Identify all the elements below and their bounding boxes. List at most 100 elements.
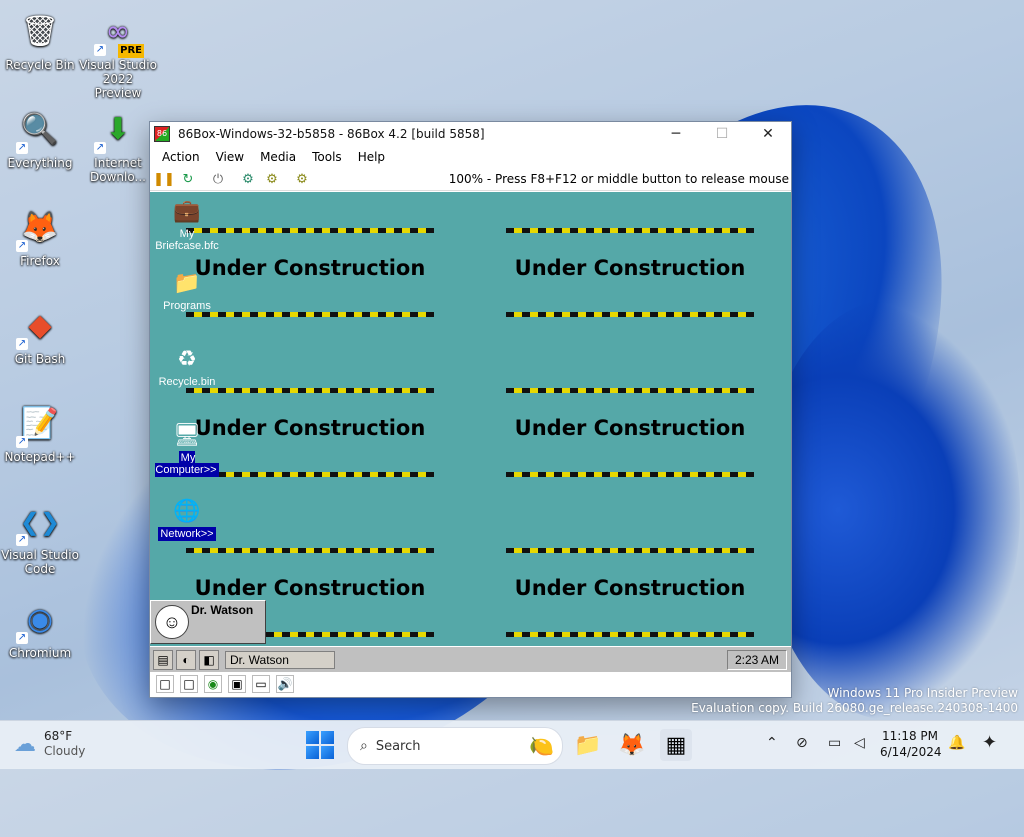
visual-studio-icon: ∞ ↗ PRE [94, 14, 144, 58]
86box-taskbar-icon[interactable]: ▦ [660, 729, 692, 761]
search-box[interactable]: ⌕ Search 🍋 [347, 727, 563, 765]
reset-icon[interactable]: ↻ [178, 170, 198, 188]
recycle-bin-icon: 🗑 [20, 14, 60, 49]
guest-icon-recycle-bin[interactable]: ♻ Recycle.bin [155, 344, 219, 389]
desktop-icon-everything[interactable]: 🔍 ↗ Everything [0, 106, 80, 171]
chevron-up-icon[interactable]: ⌃ [766, 735, 778, 751]
cloud-icon: ☁ [14, 731, 36, 757]
under-construction-tile: Under Construction [186, 388, 434, 484]
dr-watson-face-icon: ☺ [155, 605, 189, 639]
display-icon[interactable]: ▭ [828, 735, 841, 751]
desktop-icon-chromium[interactable]: ◉ ↗ Chromium [0, 596, 80, 661]
menu-action[interactable]: Action [154, 150, 208, 164]
desktop-icon-label: Visual Studio 2022 Preview [79, 58, 157, 100]
pause-icon[interactable]: ❚❚ [153, 170, 175, 188]
network-status-icon[interactable]: ▭ [252, 675, 270, 693]
ctrl-alt-esc-icon[interactable]: ⚙ [262, 170, 282, 188]
wallpaper-bloom [760, 300, 1020, 720]
quicklaunch-icon[interactable]: ◧ [199, 650, 219, 670]
title-bar[interactable]: 86 86Box-Windows-32-b5858 - 86Box 4.2 [b… [150, 122, 791, 146]
sound-status-icon[interactable]: 🔊 [276, 675, 294, 693]
desktop-icon-label: Internet Downlo... [90, 156, 146, 184]
under-construction-tile: Under Construction [506, 228, 754, 324]
guest-icon-label: My Briefcase.bfc [155, 228, 219, 252]
everything-icon: 🔍 ↗ [16, 112, 59, 154]
desktop-icon-notepad-plus-plus[interactable]: 📝 ↗ Notepad++ [0, 400, 80, 465]
file-explorer-icon[interactable]: 📁 [572, 729, 604, 761]
globe-icon: 🌐 [173, 498, 201, 523]
menu-media[interactable]: Media [252, 150, 304, 164]
menu-view[interactable]: View [208, 150, 252, 164]
floppy-status-icon[interactable]: □ [156, 675, 174, 693]
taskbar: ☁ 68°F Cloudy ⌕ Search 🍋 📁 🦊 ▦ ⌃ ⊘ ▭ ◁ 1… [0, 720, 1024, 769]
menu-help[interactable]: Help [350, 150, 393, 164]
dr-watson-title: Dr. Watson [191, 603, 254, 617]
mouse-release-hint: 100% - Press F8+F12 or middle button to … [448, 172, 789, 186]
guest-icon-programs[interactable]: 📁 Programs [155, 268, 219, 313]
folder-icon: 📁 [173, 270, 201, 295]
guest-clock: 2:23 AM [727, 650, 787, 670]
86box-window: 86 86Box-Windows-32-b5858 - 86Box 4.2 [b… [149, 121, 792, 698]
desktop-icon-internet-download[interactable]: ⬇ ↗ Internet Downlo... [78, 106, 158, 185]
quicklaunch-icon[interactable]: ▤ [153, 650, 173, 670]
desktop-icon-git-bash[interactable]: ◆ ↗ Git Bash [0, 302, 80, 367]
guest-icon-my-computer[interactable]: 🖥 My Computer>> [155, 420, 219, 477]
guest-icon-label: My Computer>> [155, 451, 219, 477]
desktop-icon-label: Everything [7, 156, 73, 170]
chromium-icon: ◉ ↗ [16, 602, 54, 644]
minimize-button[interactable]: ─ [653, 122, 699, 146]
desktop-icon-visual-studio[interactable]: ∞ ↗ PRE Visual Studio 2022 Preview [78, 8, 158, 101]
guest-screen[interactable]: Under Construction Under Construction Un… [150, 192, 791, 672]
firefox-icon: 🦊 ↗ [16, 210, 59, 252]
search-highlight-icon: 🍋 [529, 734, 554, 758]
desktop-icon-label: Git Bash [14, 352, 66, 366]
power-icon[interactable]: ⏻ [208, 170, 228, 188]
floppy-status-icon[interactable]: □ [180, 675, 198, 693]
copilot-icon[interactable]: ✦ [982, 732, 997, 753]
system-clock[interactable]: 11:18 PM 6/14/2024 [880, 728, 942, 760]
weather-desc: Cloudy [44, 744, 86, 758]
desktop-icon-label: Recycle Bin [5, 58, 75, 72]
git-bash-icon: ◆ ↗ [16, 308, 52, 350]
bell-icon[interactable]: 🔔 [948, 735, 965, 751]
guest-taskbar: ▤ ◐ ◧ Dr. Watson 2:23 AM [150, 646, 791, 672]
ctrl-alt-del-icon[interactable]: ⚙ [238, 170, 258, 188]
desktop-icon-firefox[interactable]: 🦊 ↗ Firefox [0, 204, 80, 268]
desktop-icon-recycle-bin[interactable]: 🗑 Recycle Bin [0, 8, 80, 73]
maximize-button[interactable]: ☐ [699, 122, 745, 146]
firefox-taskbar-icon[interactable]: 🦊 [616, 729, 648, 761]
internet-download-icon: ⬇ ↗ [94, 112, 131, 154]
guest-icon-network[interactable]: 🌐 Network>> [155, 496, 219, 541]
close-button[interactable]: ✕ [745, 122, 791, 146]
weather-widget[interactable]: ☁ 68°F Cloudy [14, 729, 85, 759]
window-title: 86Box-Windows-32-b5858 - 86Box 4.2 [buil… [178, 127, 485, 141]
menu-bar: Action View Media Tools Help [150, 146, 791, 168]
cdrom-status-icon[interactable]: ◉ [204, 675, 222, 693]
under-construction-tile: Under Construction [186, 228, 434, 324]
guest-icon-briefcase[interactable]: 💼 My Briefcase.bfc [155, 196, 219, 253]
search-placeholder: Search [375, 738, 421, 754]
weather-temp: 68°F [44, 729, 73, 743]
desktop-icon-vscode[interactable]: ❮❯ ↗ Visual Studio Code [0, 498, 80, 576]
desktop-icon-label: Chromium [8, 646, 72, 660]
menu-tools[interactable]: Tools [304, 150, 350, 164]
evaluation-watermark: Windows 11 Pro Insider Preview Evaluatio… [691, 686, 1018, 715]
search-icon: ⌕ [360, 738, 368, 754]
hdd-status-icon[interactable]: ▣ [228, 675, 246, 693]
task-button-dr-watson[interactable]: Dr. Watson [225, 651, 335, 669]
guest-icon-label: Network>> [158, 527, 216, 541]
network-off-icon[interactable]: ⊘ [796, 735, 808, 751]
volume-icon[interactable]: ◁ [854, 735, 865, 751]
computer-icon: 🖥 [173, 422, 201, 447]
dr-watson-popup[interactable]: ☺ Dr. Watson [150, 600, 266, 644]
quicklaunch-icon[interactable]: ◐ [176, 650, 196, 670]
under-construction-tile: Under Construction [506, 388, 754, 484]
guest-icon-label: Programs [163, 300, 211, 312]
notepad-plus-plus-icon: 📝 ↗ [16, 406, 59, 448]
settings-icon[interactable]: ⚙ [292, 170, 312, 188]
recycle-bin-icon: ♻ [177, 346, 197, 371]
under-construction-tile: Under Construction [506, 548, 754, 644]
86box-app-icon: 86 [154, 126, 170, 142]
start-button[interactable] [306, 731, 334, 759]
vscode-icon: ❮❯ ↗ [16, 508, 61, 546]
